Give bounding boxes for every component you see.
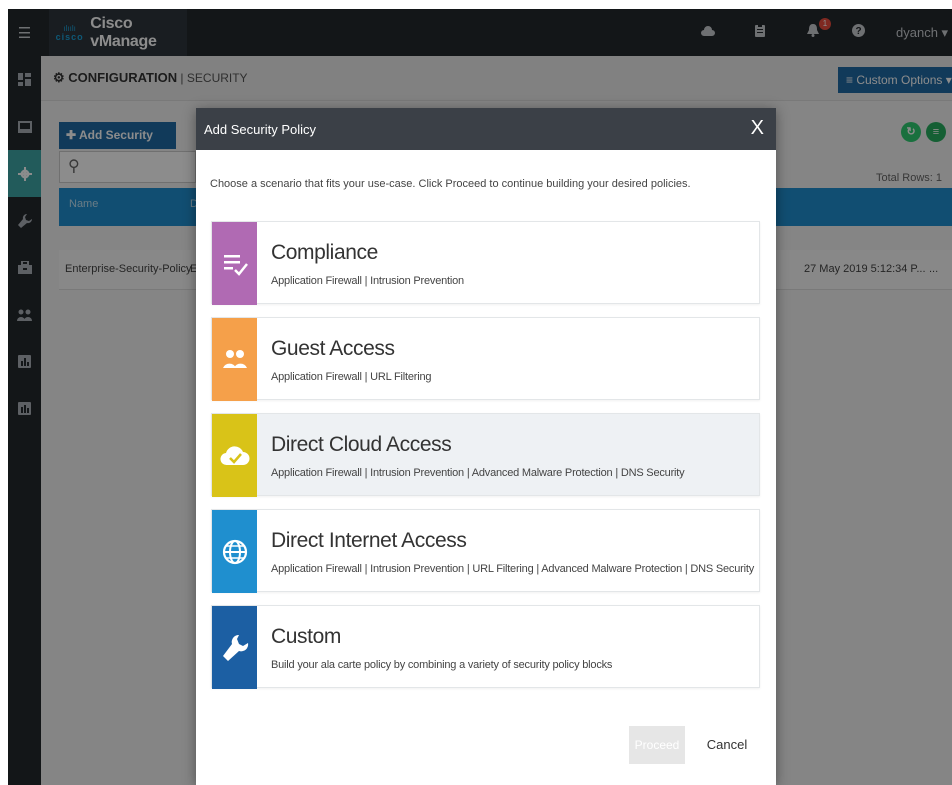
option-title: Direct Internet Access bbox=[271, 529, 467, 552]
option-subtitle: Application Firewall | Intrusion Prevent… bbox=[271, 563, 754, 575]
dialog-title: Add Security Policy bbox=[204, 122, 316, 137]
option-custom[interactable]: Custom Build your ala carte policy by co… bbox=[211, 605, 760, 689]
option-title: Custom bbox=[271, 625, 341, 648]
option-direct-internet-access[interactable]: Direct Internet Access Application Firew… bbox=[211, 509, 760, 593]
dialog-description: Choose a scenario that fits your use-cas… bbox=[210, 178, 691, 190]
option-subtitle: Application Firewall | Intrusion Prevent… bbox=[271, 275, 464, 287]
option-title: Direct Cloud Access bbox=[271, 433, 452, 456]
option-title: Guest Access bbox=[271, 337, 395, 360]
option-direct-cloud-access[interactable]: Direct Cloud Access Application Firewall… bbox=[211, 413, 760, 497]
checklist-icon bbox=[212, 222, 257, 305]
option-guest-access[interactable]: Guest Access Application Firewall | URL … bbox=[211, 317, 760, 401]
cloud-check-icon bbox=[212, 414, 257, 497]
option-subtitle: Application Firewall | URL Filtering bbox=[271, 371, 432, 383]
option-compliance[interactable]: Compliance Application Firewall | Intrus… bbox=[211, 221, 760, 305]
users-icon bbox=[212, 318, 257, 401]
dialog-header: Add Security Policy X bbox=[196, 108, 776, 150]
proceed-button[interactable]: Proceed bbox=[629, 726, 685, 764]
add-security-policy-dialog: Add Security Policy X Choose a scenario … bbox=[196, 108, 776, 785]
wrench-icon bbox=[212, 606, 257, 689]
globe-icon bbox=[212, 510, 257, 593]
option-title: Compliance bbox=[271, 241, 378, 264]
cancel-button[interactable]: Cancel bbox=[699, 726, 755, 764]
option-subtitle: Application Firewall | Intrusion Prevent… bbox=[271, 467, 685, 479]
close-icon[interactable]: X bbox=[751, 117, 764, 139]
option-subtitle: Build your ala carte policy by combining… bbox=[271, 659, 613, 671]
